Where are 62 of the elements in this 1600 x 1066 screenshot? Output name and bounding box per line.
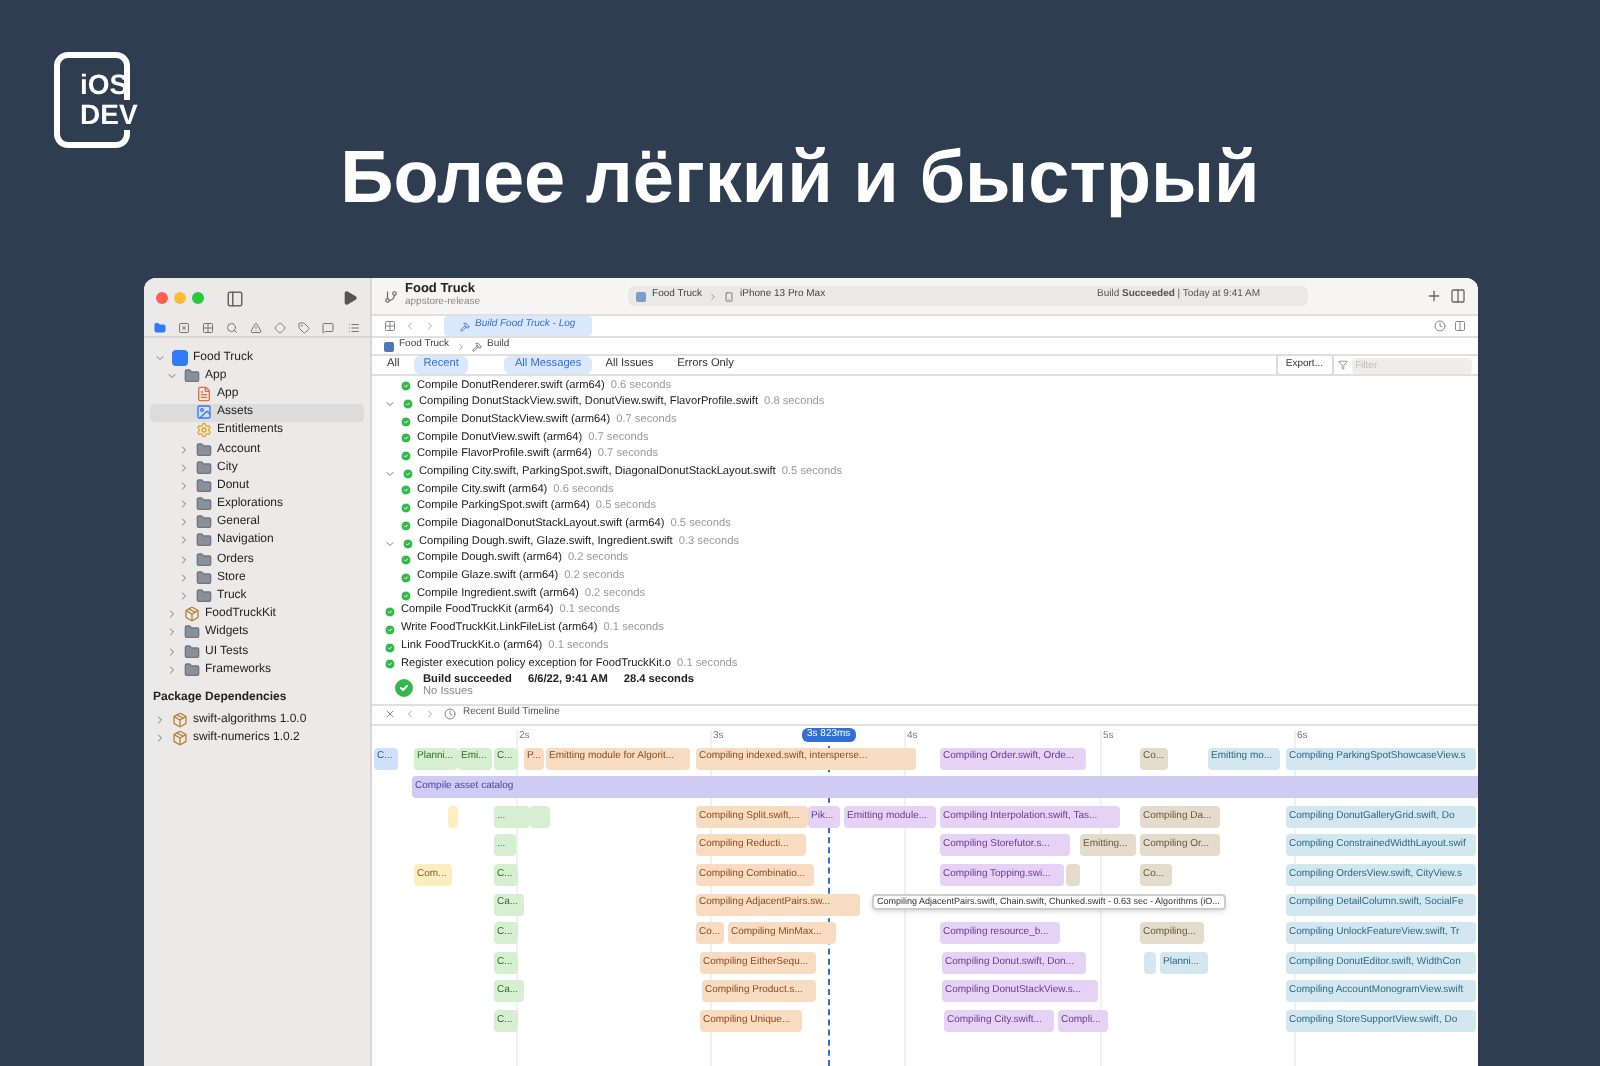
filter-icon: [1337, 360, 1347, 370]
check-icon: [399, 589, 411, 602]
list-icon[interactable]: [347, 321, 359, 333]
project-icon: [383, 341, 393, 351]
check-icon: [399, 519, 411, 532]
grid-icon[interactable]: [383, 320, 395, 332]
chevron-right-icon: [455, 341, 466, 351]
timeline-bar[interactable]: [1143, 951, 1155, 974]
check-icon: [399, 484, 411, 497]
run-icon[interactable]: [341, 290, 357, 306]
check-icon: [399, 554, 411, 567]
back-icon[interactable]: [403, 320, 415, 332]
check-icon: [383, 641, 395, 654]
check-icon: [383, 606, 395, 619]
close-icon[interactable]: [383, 708, 395, 721]
diamond-icon[interactable]: [274, 321, 287, 333]
success-icon: [391, 675, 415, 700]
headline: Более лёгкий и быстрый: [340, 140, 1260, 214]
folder-icon[interactable]: [153, 321, 165, 333]
timeline-bar[interactable]: [1065, 864, 1079, 887]
chevron-down-icon[interactable]: [383, 467, 395, 480]
project-icon: [171, 349, 187, 366]
check-icon: [401, 467, 413, 480]
split-icon[interactable]: [1453, 320, 1465, 332]
check-icon: [383, 623, 395, 636]
check-icon: [401, 537, 413, 550]
scheme-icon: [636, 291, 647, 301]
add-icon[interactable]: [1425, 288, 1441, 304]
chevron-down-icon[interactable]: [383, 398, 395, 411]
branch-icon: [383, 289, 397, 303]
check-icon: [399, 415, 411, 428]
grid-icon[interactable]: [201, 321, 214, 333]
gear-icon: [195, 422, 211, 439]
history-icon[interactable]: [1433, 320, 1445, 332]
warning-icon[interactable]: [250, 321, 262, 333]
hammer-icon: [459, 321, 469, 331]
timeline-bar[interactable]: [529, 805, 549, 828]
image-icon: [195, 404, 211, 421]
forward-icon[interactable]: [423, 708, 435, 721]
hammer-icon: [471, 341, 482, 351]
inspector-toggle-icon[interactable]: [1449, 288, 1465, 304]
message-icon[interactable]: [322, 321, 335, 333]
phone-icon: [724, 291, 735, 301]
chevron-right-icon: [708, 291, 719, 301]
check-icon: [399, 380, 411, 393]
check-icon: [399, 571, 411, 584]
check-icon: [399, 502, 411, 515]
package-icon: [183, 606, 199, 623]
folder-icon: [183, 367, 199, 384]
tag-icon[interactable]: [298, 321, 311, 333]
forward-icon[interactable]: [423, 320, 435, 332]
check-icon: [401, 398, 413, 411]
timeline-icon: [443, 708, 455, 721]
check-icon: [399, 432, 411, 445]
sidebar-toggle-icon[interactable]: [225, 289, 243, 307]
check-icon: [399, 450, 411, 463]
check-icon: [383, 658, 395, 671]
chevron-down-icon[interactable]: [383, 537, 395, 550]
file-icon: [195, 385, 211, 402]
timeline-bar[interactable]: [447, 805, 457, 828]
back-icon[interactable]: [403, 708, 415, 721]
search-icon[interactable]: [225, 321, 238, 333]
